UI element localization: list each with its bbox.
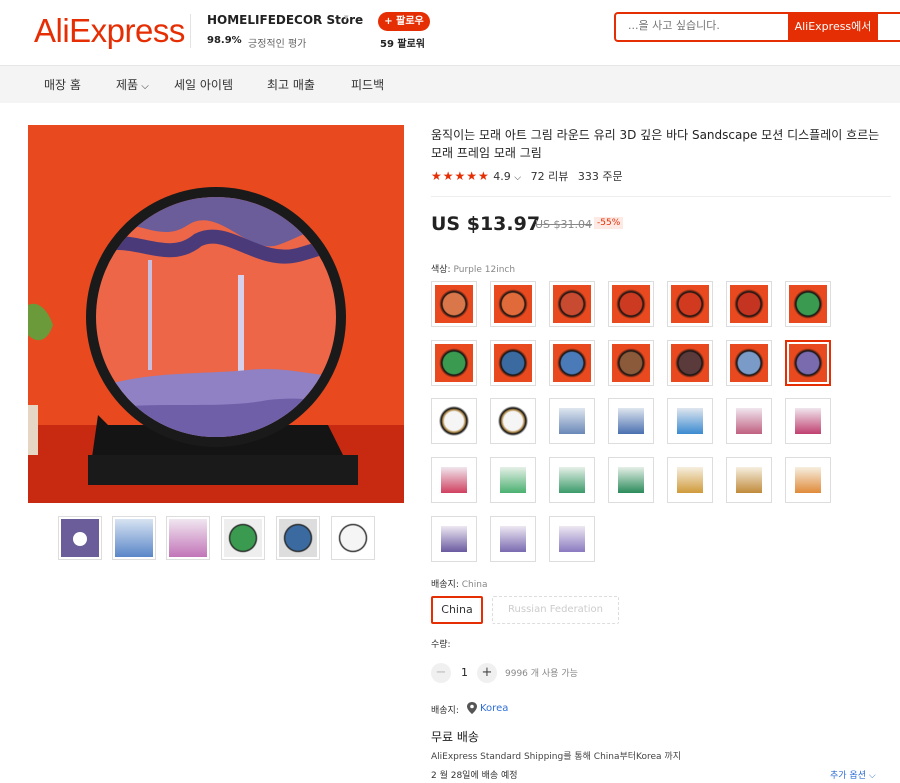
color-swatch[interactable] [490, 457, 536, 503]
color-swatch[interactable] [431, 516, 477, 562]
store-name[interactable]: HOMELIFEDECOR Store [207, 13, 363, 27]
color-swatch[interactable] [608, 398, 654, 444]
color-swatch[interactable] [549, 516, 595, 562]
ship-from-russia-option[interactable]: Russian Federation [492, 596, 619, 624]
color-swatch[interactable] [608, 340, 654, 386]
ship-to-label: 배송지: [431, 706, 459, 716]
search-box: AliExpress에서 [614, 12, 900, 42]
thumbnail-5[interactable] [276, 516, 320, 560]
more-options-link[interactable]: 추가 옵션 ⌵ [830, 768, 876, 781]
color-swatch[interactable] [785, 457, 831, 503]
more-options-label: 추가 옵션 [830, 771, 866, 781]
color-swatch[interactable] [431, 457, 477, 503]
review-count[interactable]: 72 리뷰 [531, 170, 569, 183]
chevron-down-icon[interactable]: ▾ [344, 13, 349, 23]
color-swatch[interactable] [549, 340, 595, 386]
color-swatch[interactable] [549, 281, 595, 327]
color-swatch[interactable] [667, 281, 713, 327]
color-swatch[interactable] [726, 457, 772, 503]
location-pin-icon [467, 702, 477, 714]
ship-from-label-text: 배송지: [431, 580, 459, 590]
main-product-image[interactable] [28, 125, 404, 503]
color-label: 색상: Purple 12inch [431, 262, 515, 275]
color-swatch[interactable] [667, 340, 713, 386]
color-swatch[interactable] [431, 281, 477, 327]
chevron-down-icon[interactable]: ⌵ [514, 173, 521, 183]
rating-value[interactable]: 4.9 [493, 170, 511, 183]
color-swatch[interactable] [431, 398, 477, 444]
nav-products[interactable]: 제품 ⌵ [116, 76, 149, 93]
color-swatch[interactable] [667, 457, 713, 503]
color-swatch[interactable] [490, 281, 536, 327]
color-swatch[interactable] [490, 340, 536, 386]
header-divider [190, 14, 191, 48]
nav-feedback[interactable]: 피드백 [351, 76, 384, 93]
available-stock: 9996 개 사용 가능 [505, 669, 578, 679]
color-swatch[interactable] [785, 398, 831, 444]
feedback-percent: 98.9% [207, 35, 242, 46]
nav-top-selling[interactable]: 최고 매출 [267, 76, 315, 93]
aliexpress-logo[interactable]: AliExpress [34, 12, 185, 50]
color-swatch[interactable] [667, 398, 713, 444]
color-swatch[interactable] [726, 398, 772, 444]
quantity-value[interactable]: 1 [461, 666, 468, 679]
search-aliexpress-button[interactable]: AliExpress에서 [788, 14, 878, 40]
thumbnail-2[interactable] [112, 516, 156, 560]
store-header: AliExpress HOMELIFEDECOR Store ▾ 98.9% 긍… [0, 0, 900, 66]
thumbnail-video[interactable] [58, 516, 102, 560]
color-label-text: 색상: [431, 265, 451, 275]
ship-from-label: 배송지: China [431, 577, 487, 590]
chevron-down-icon: ⌵ [868, 771, 876, 781]
star-icon: ★★★★★ [431, 169, 490, 183]
play-icon [73, 532, 87, 546]
color-swatch[interactable] [431, 340, 477, 386]
color-swatch[interactable] [726, 340, 772, 386]
delivery-estimate: 2 월 28일에 배송 예정 [431, 771, 518, 781]
order-count: 333 주문 [577, 170, 623, 183]
thumbnail-4[interactable] [221, 516, 265, 560]
quantity-increase-button[interactable]: + [477, 663, 497, 683]
quantity-label: 수량: [431, 640, 451, 650]
color-swatch-selected[interactable] [785, 340, 831, 386]
chevron-down-icon: ⌵ [138, 81, 149, 92]
follower-count: 59 팔로워 [380, 39, 425, 50]
follow-button[interactable]: + 팔로우 [378, 12, 430, 31]
search-input[interactable] [628, 19, 778, 32]
color-swatch[interactable] [608, 457, 654, 503]
nav-store-home[interactable]: 매장 홈 [44, 76, 81, 93]
color-swatch[interactable] [726, 281, 772, 327]
color-swatch[interactable] [549, 398, 595, 444]
rating-row: ★★★★★ 4.9 ⌵ 72 리뷰 333 주문 [431, 168, 623, 184]
nav-sale-items[interactable]: 세일 아이템 [174, 76, 233, 93]
nav-products-label: 제품 [116, 78, 139, 92]
free-shipping-label: 무료 배송 [431, 730, 479, 744]
sand-art-frame-picture [28, 125, 404, 503]
ship-from-china-option[interactable]: China [431, 596, 483, 624]
color-swatch[interactable] [490, 398, 536, 444]
divider [431, 196, 891, 197]
current-price: US $13.97 [431, 213, 541, 235]
original-price: US $31.04 [535, 218, 593, 231]
store-nav: 매장 홈 제품 ⌵ 세일 아이템 최고 매출 피드백 [0, 66, 900, 103]
product-title: 움직이는 모래 아트 그림 라운드 유리 3D 깊은 바다 Sandscape … [431, 128, 880, 160]
color-swatch[interactable] [549, 457, 595, 503]
shipping-description: AliExpress Standard Shipping를 통해 China부터… [431, 752, 681, 762]
color-swatch[interactable] [490, 516, 536, 562]
feedback-label: 긍정적인 평가 [248, 39, 307, 50]
selected-color: Purple 12inch [453, 265, 516, 275]
color-swatch[interactable] [785, 281, 831, 327]
ship-to-country[interactable]: Korea [480, 703, 508, 714]
quantity-decrease-button[interactable]: − [431, 663, 451, 683]
thumbnail-6[interactable] [331, 516, 375, 560]
thumbnail-3[interactable] [166, 516, 210, 560]
color-swatch[interactable] [608, 281, 654, 327]
ship-from-value: China [461, 580, 488, 590]
discount-badge: -55% [594, 217, 624, 229]
